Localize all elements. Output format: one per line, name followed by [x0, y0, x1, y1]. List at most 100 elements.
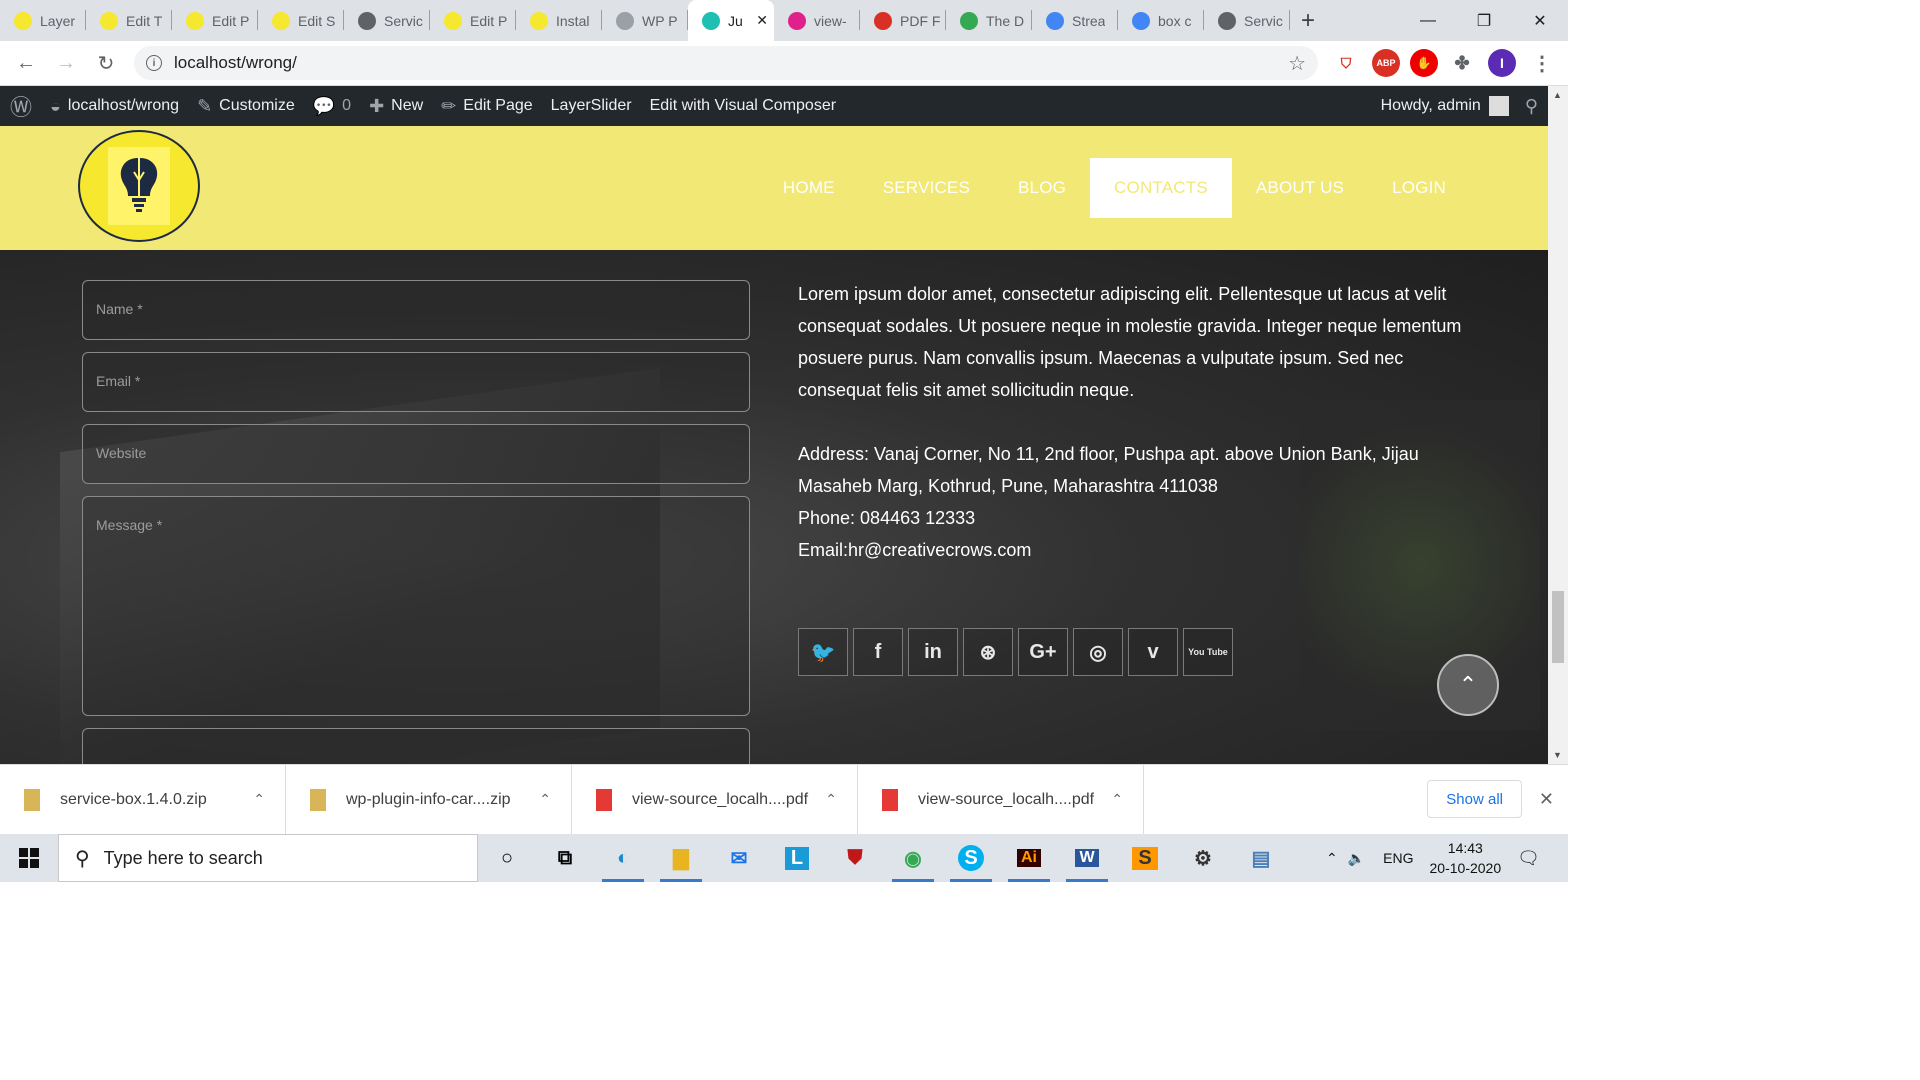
restore-button[interactable]: ❐	[1456, 0, 1512, 41]
message-field[interactable]: Message *	[82, 496, 750, 716]
google-plus-icon[interactable]: G+	[1018, 628, 1068, 676]
word-icon[interactable]: W	[1058, 834, 1116, 882]
adblock-icon[interactable]: ABP	[1372, 49, 1400, 77]
download-item[interactable]: view-source_localh....pdf ⌃	[572, 764, 858, 835]
browser-tab[interactable]: Instal	[516, 0, 602, 41]
back-button[interactable]: ←	[6, 43, 46, 83]
wp-layerslider-link[interactable]: LayerSlider	[542, 86, 641, 126]
nav-link-blog[interactable]: BLOG	[994, 158, 1090, 218]
chrome-menu-icon[interactable]: ⋮	[1528, 49, 1556, 77]
browser-tab[interactable]: Edit P	[430, 0, 516, 41]
website-field[interactable]: Website	[82, 424, 750, 484]
wp-comments-link[interactable]: 💬 0	[304, 86, 360, 126]
new-tab-button[interactable]: +	[1290, 7, 1326, 35]
browser-tab[interactable]: Strea	[1032, 0, 1118, 41]
browser-tab[interactable]: Servic	[1204, 0, 1290, 41]
close-downloads-bar-icon[interactable]: ✕	[1539, 789, 1554, 810]
file-explorer-icon[interactable]: ▇	[652, 834, 710, 882]
name-field[interactable]: Name *	[82, 280, 750, 340]
profile-avatar[interactable]: I	[1488, 49, 1516, 77]
windows-start-icon[interactable]	[0, 834, 58, 882]
puzzle-icon[interactable]: ✤	[1448, 49, 1476, 77]
wp-new-link[interactable]: ✚ New	[360, 86, 432, 126]
facebook-icon[interactable]: f	[853, 628, 903, 676]
tab-title: Edit S	[298, 12, 336, 29]
pocket-icon[interactable]: ⛉	[1332, 49, 1360, 77]
email-field[interactable]: Email *	[82, 352, 750, 412]
stop-icon[interactable]: ✋	[1410, 49, 1438, 77]
chevron-up-icon[interactable]: ⌃	[1111, 791, 1123, 808]
browser-tab[interactable]: view-	[774, 0, 860, 41]
dribbble-icon[interactable]: ⊛	[963, 628, 1013, 676]
wp-search-icon[interactable]: ⚲	[1525, 96, 1538, 117]
nav-link-about-us[interactable]: ABOUT US	[1232, 158, 1368, 218]
chrome-icon[interactable]: ◉	[884, 834, 942, 882]
wp-customize-link[interactable]: ✎ Customize	[188, 86, 304, 126]
wordpress-logo-icon[interactable]: Ⓦ	[0, 86, 41, 126]
browser-tab[interactable]: PDF F	[860, 0, 946, 41]
chevron-up-icon[interactable]: ⌃	[539, 791, 551, 808]
clock[interactable]: 14:43 20-10-2020	[1430, 838, 1502, 878]
url-text[interactable]: localhost/wrong/	[174, 53, 297, 73]
youtube-icon[interactable]: You Tube	[1183, 628, 1233, 676]
browser-tab[interactable]: Layer	[0, 0, 86, 41]
skype-icon[interactable]: S	[942, 834, 1000, 882]
browser-tab[interactable]: Edit P	[172, 0, 258, 41]
reload-button[interactable]: ↻	[86, 43, 126, 83]
forward-button[interactable]: →	[46, 43, 86, 83]
scrollbar-thumb[interactable]	[1552, 591, 1564, 663]
email-text: Email:hr@creativecrows.com	[798, 540, 1032, 560]
scroll-to-top-button[interactable]: ⌃	[1437, 654, 1499, 716]
illustrator-icon[interactable]: Ai	[1000, 834, 1058, 882]
vimeo-icon[interactable]: v	[1128, 628, 1178, 676]
sublime-icon[interactable]: S	[1116, 834, 1174, 882]
minimize-button[interactable]: —	[1400, 0, 1456, 41]
browser-tab[interactable]: box c	[1118, 0, 1204, 41]
download-item[interactable]: view-source_localh....pdf ⌃	[858, 764, 1144, 835]
chevron-up-icon[interactable]: ⌃	[253, 791, 265, 808]
browser-tab[interactable]: The D	[946, 0, 1032, 41]
notifications-icon[interactable]: 🗨	[1517, 848, 1540, 869]
wp-howdy-link[interactable]: Howdy, admin	[1381, 97, 1481, 115]
download-item[interactable]: service-box.1.4.0.zip ⌃	[0, 764, 286, 835]
language-indicator[interactable]: ENG	[1383, 850, 1413, 866]
notepad-icon[interactable]: ▤	[1232, 834, 1290, 882]
nav-link-contacts[interactable]: CONTACTS	[1090, 158, 1232, 218]
browser-tab[interactable]: Edit T	[86, 0, 172, 41]
settings-icon[interactable]: ⚙	[1174, 834, 1232, 882]
twitter-icon[interactable]: 🐦	[798, 628, 848, 676]
browser-tab[interactable]: WP P	[602, 0, 688, 41]
user-avatar[interactable]	[1488, 96, 1509, 116]
nav-link-services[interactable]: SERVICES	[859, 158, 994, 218]
page-scrollbar[interactable]: ▲ ▼	[1548, 86, 1568, 764]
wp-edit-page-link[interactable]: ✏ Edit Page	[432, 86, 541, 126]
mail-icon[interactable]: ✉	[710, 834, 768, 882]
browser-tab[interactable]: Ju ✕	[688, 0, 774, 41]
volume-icon[interactable]: 🔈	[1348, 850, 1365, 867]
download-item[interactable]: wp-plugin-info-car....zip ⌃	[286, 764, 572, 835]
site-info-icon[interactable]: i	[146, 55, 162, 71]
browser-tab[interactable]: Servic	[344, 0, 430, 41]
browser-tab[interactable]: Edit S	[258, 0, 344, 41]
mcafee-icon[interactable]: ⛊	[826, 834, 884, 882]
wp-site-link[interactable]: ◒ localhost/wrong	[41, 86, 188, 126]
next-form-field[interactable]	[82, 728, 750, 764]
nav-link-home[interactable]: HOME	[759, 158, 859, 218]
edge-icon[interactable]: ◐	[594, 834, 652, 882]
close-window-button[interactable]: ✕	[1512, 0, 1568, 41]
task-view-icon[interactable]: ⧉	[536, 834, 594, 882]
address-bar[interactable]: i localhost/wrong/ ☆	[134, 46, 1318, 80]
l-app-icon[interactable]: L	[768, 834, 826, 882]
tray-chevron-icon[interactable]: ⌃	[1326, 850, 1338, 867]
close-tab-icon[interactable]: ✕	[756, 12, 768, 29]
instagram-icon[interactable]: ◎	[1073, 628, 1123, 676]
nav-link-login[interactable]: LOGIN	[1368, 158, 1470, 218]
cortana-icon[interactable]: ○	[478, 834, 536, 882]
chevron-up-icon[interactable]: ⌃	[825, 791, 837, 808]
bookmark-star-icon[interactable]: ☆	[1288, 51, 1306, 76]
show-all-downloads-button[interactable]: Show all	[1427, 780, 1522, 818]
linkedin-icon[interactable]: in	[908, 628, 958, 676]
site-logo[interactable]	[78, 130, 200, 242]
wp-visual-composer-link[interactable]: Edit with Visual Composer	[641, 86, 845, 126]
taskbar-search-box[interactable]: ⚲ Type here to search	[58, 834, 478, 882]
